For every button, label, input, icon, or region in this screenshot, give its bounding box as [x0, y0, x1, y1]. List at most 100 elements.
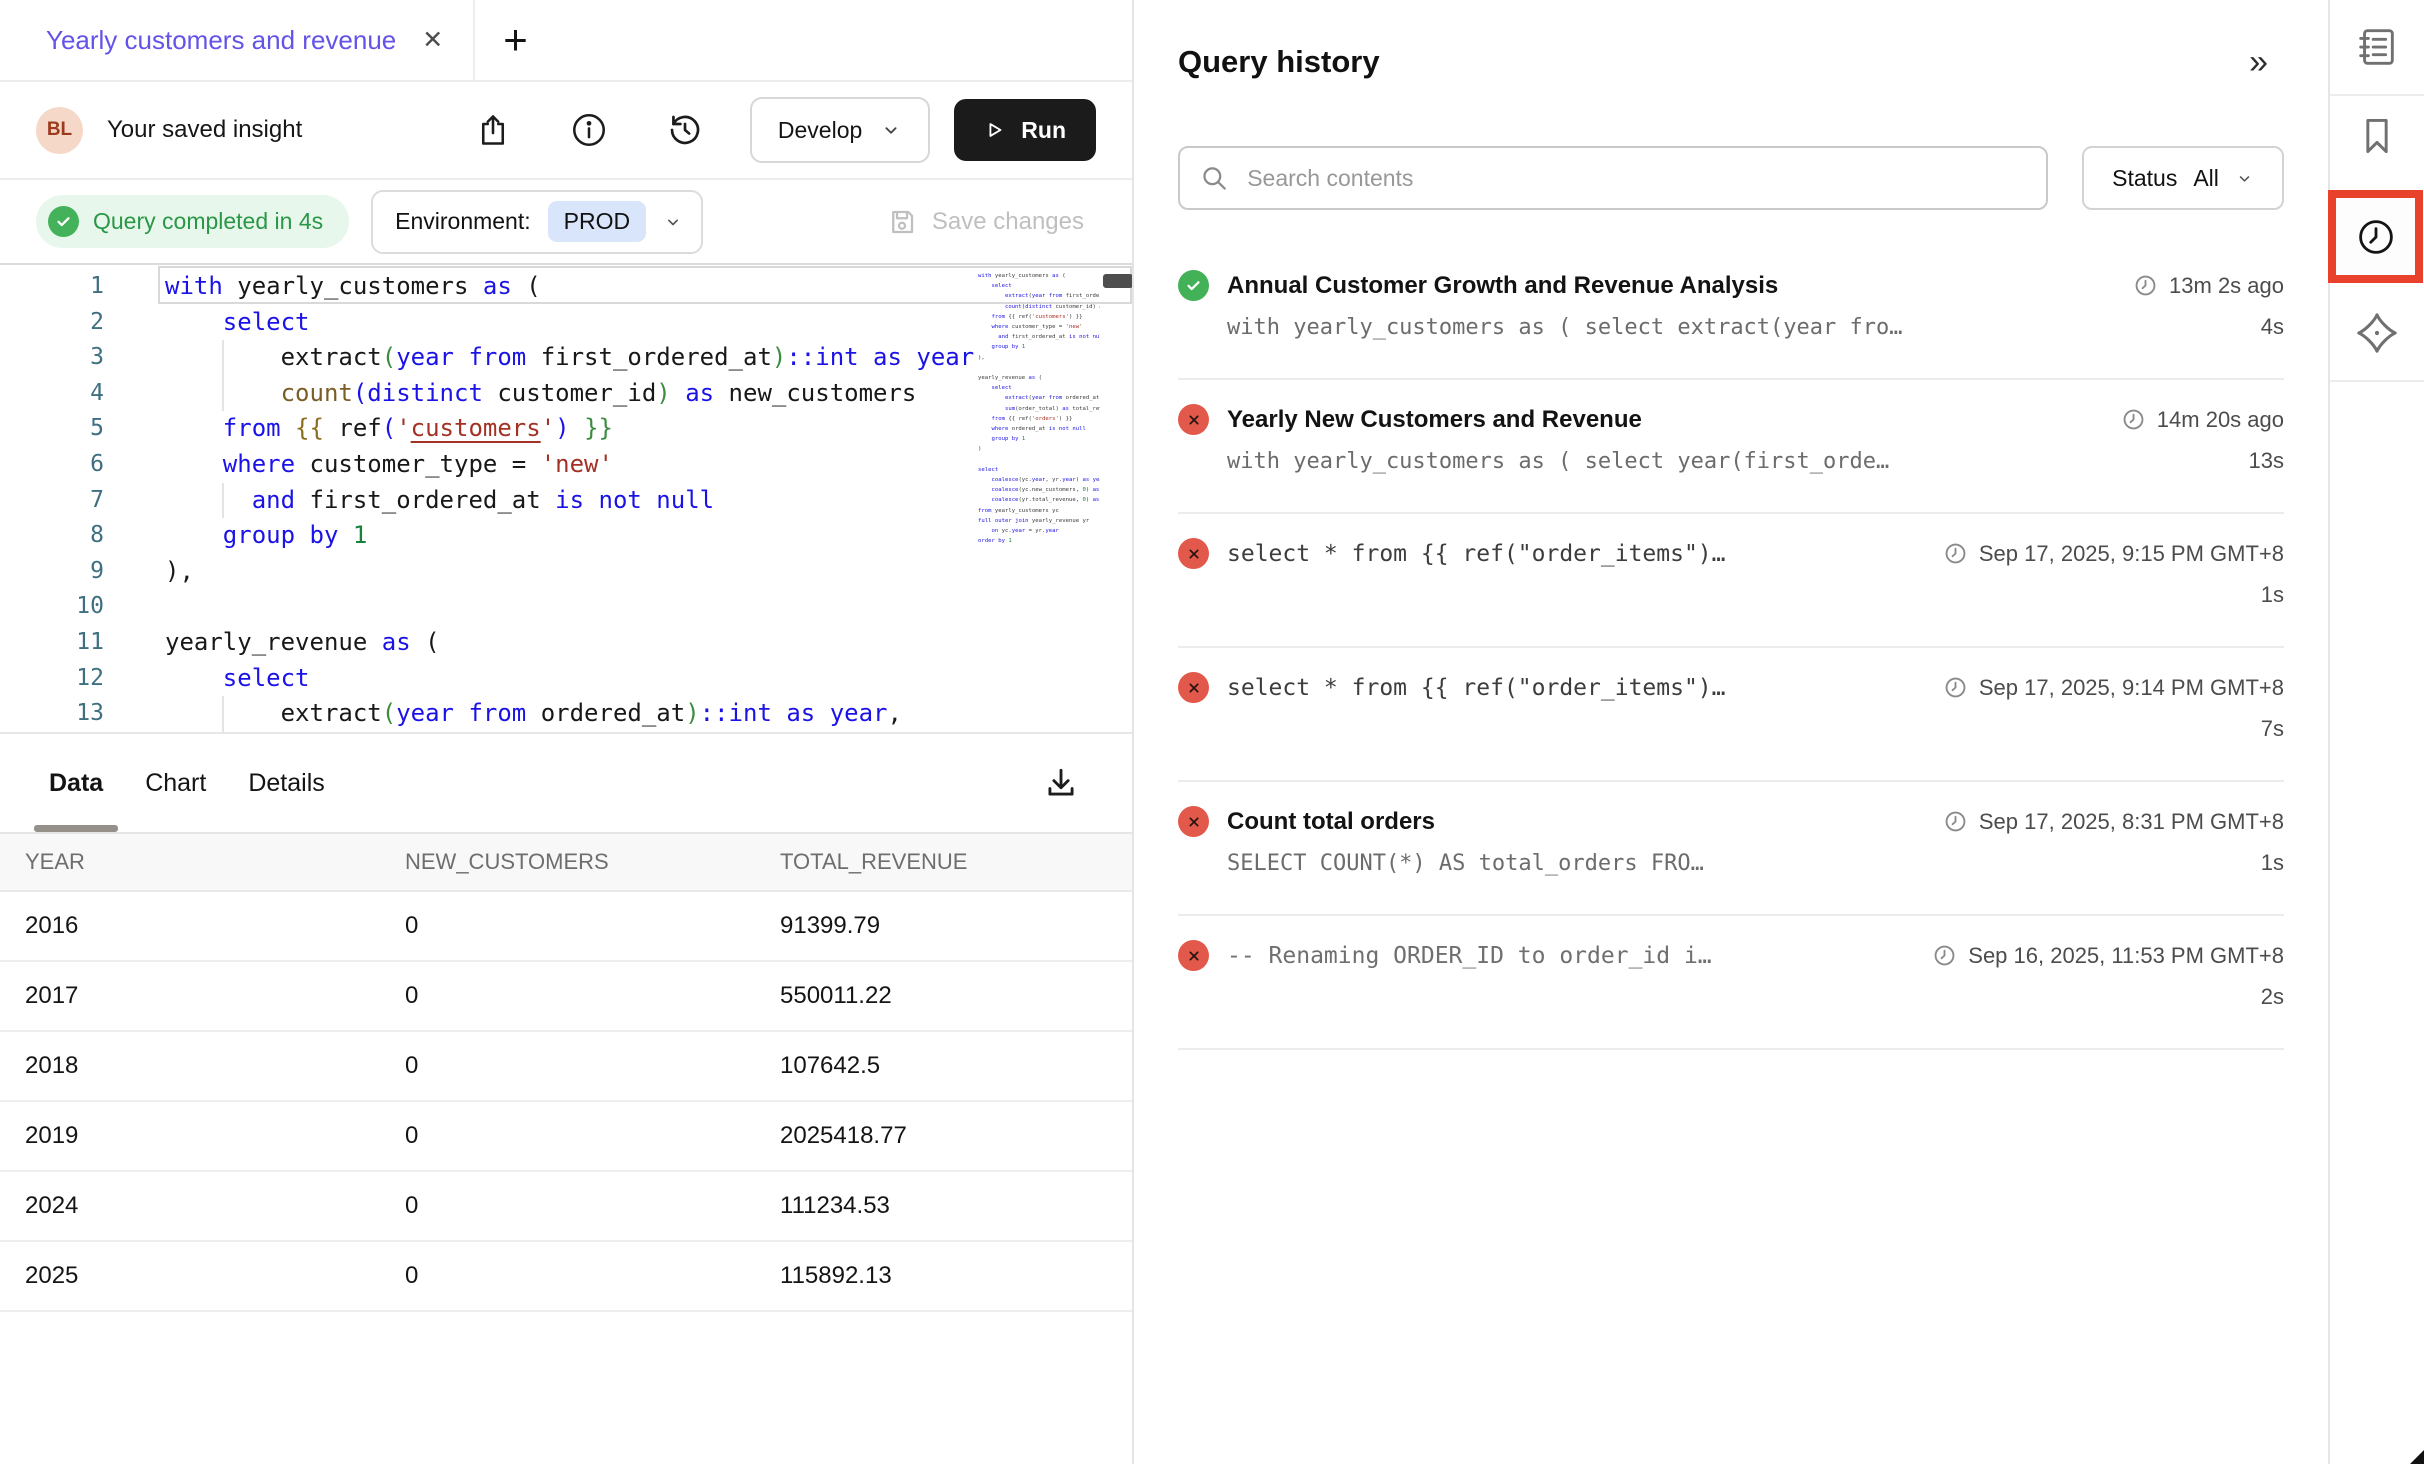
table-cell: 0 [405, 982, 780, 1010]
status-filter-value: All [2193, 165, 2219, 192]
editor-minimap[interactable]: with yearly_customers as ( select extrac… [978, 271, 1100, 571]
code-line: ), [165, 554, 975, 590]
panel-title: Query history [1178, 44, 1380, 80]
query-time: 14m 20s ago [2101, 407, 2284, 433]
line-number: 10 [0, 589, 104, 625]
query-title: select * from {{ ref("order_items")… [1227, 675, 1726, 701]
tab-yearly-customers[interactable]: Yearly customers and revenue ✕ [0, 0, 475, 80]
editor-scrollbar[interactable] [1103, 274, 1132, 288]
table-cell: 115892.13 [780, 1262, 1132, 1290]
query-preview: with yearly_customers as ( select year(f… [1227, 449, 1889, 474]
column-header: NEW_CUSTOMERS [405, 849, 780, 875]
table-cell: 0 [405, 1192, 780, 1220]
table-cell: 2016 [25, 912, 405, 940]
clock-icon [1932, 943, 1957, 968]
insight-title: Your saved insight [107, 116, 302, 144]
query-title: -- Renaming ORDER_ID to order_id i… [1227, 943, 1712, 969]
query-title: Count total orders [1227, 808, 1435, 836]
table-cell: 111234.53 [780, 1192, 1132, 1220]
line-number: 4 [0, 376, 104, 412]
save-changes-button[interactable]: Save changes [887, 207, 1084, 237]
query-duration: 4s [2241, 314, 2284, 340]
chevron-down-icon [663, 212, 683, 232]
version-history-icon[interactable] [664, 109, 706, 151]
query-history-item[interactable]: Annual Customer Growth and Revenue Analy… [1178, 246, 2284, 380]
table-cell: 0 [405, 1262, 780, 1290]
tab-title: Yearly customers and revenue [46, 25, 396, 56]
code-line: count(distinct customer_id) as new_custo… [165, 376, 975, 412]
table-row: 20250115892.13 [0, 1242, 1132, 1312]
avatar: BL [36, 107, 83, 154]
sql-editor[interactable]: 12345678910111213 with yearly_customers … [0, 265, 1132, 734]
history-clock-icon [2355, 216, 2397, 258]
code-line: extract(year from ordered_at)::int as ye… [165, 696, 975, 732]
line-number: 12 [0, 661, 104, 697]
notebook-icon[interactable] [2330, 24, 2424, 70]
query-history-item[interactable]: select * from {{ ref("order_items")…Sep … [1178, 648, 2284, 782]
query-history-item[interactable]: Yearly New Customers and Revenue14m 20s … [1178, 380, 2284, 514]
query-status-text: Query completed in 4s [93, 208, 323, 235]
save-icon [887, 207, 917, 237]
app-window: Yearly customers and revenue ✕ + BL Your… [0, 0, 2424, 1464]
table-cell: 0 [405, 1122, 780, 1150]
info-icon[interactable] [568, 109, 610, 151]
run-button[interactable]: Run [954, 99, 1096, 161]
status-filter-label: Status [2112, 165, 2177, 192]
search-input[interactable] [1245, 164, 2026, 193]
query-title: Annual Customer Growth and Revenue Analy… [1227, 272, 1778, 300]
environment-label: Environment: [395, 208, 531, 235]
success-status-icon [1178, 270, 1209, 301]
clock-icon [1943, 541, 1968, 566]
table-cell: 2018 [25, 1052, 405, 1080]
insight-header: BL Your saved insight Develop Run [0, 82, 1132, 180]
line-number: 5 [0, 411, 104, 447]
dbt-icon[interactable] [2330, 310, 2424, 356]
bookmark-icon[interactable] [2330, 114, 2424, 158]
right-icon-rail [2330, 0, 2424, 1464]
line-numbers: 12345678910111213 [0, 269, 104, 732]
table-cell: 2025 [25, 1262, 405, 1290]
code-lines: with yearly_customers as ( select extrac… [165, 269, 975, 732]
tab-data[interactable]: Data [34, 734, 118, 832]
table-cell: 0 [405, 912, 780, 940]
error-status-icon [1178, 538, 1209, 569]
workspace-pane: Yearly customers and revenue ✕ + BL Your… [0, 0, 1134, 1464]
tab-bar: Yearly customers and revenue ✕ + [0, 0, 1132, 82]
query-time: Sep 16, 2025, 11:53 PM GMT+8 [1912, 943, 2284, 969]
download-icon[interactable] [1042, 764, 1080, 802]
develop-button[interactable]: Develop [750, 97, 930, 163]
table-cell: 107642.5 [780, 1052, 1132, 1080]
close-icon[interactable]: ✕ [422, 25, 443, 55]
results-tab-bar: DataChartDetails [0, 734, 1132, 834]
environment-selector[interactable]: Environment: PROD [371, 190, 703, 254]
query-preview: SELECT COUNT(*) AS total_orders FRO… [1227, 851, 1704, 876]
new-tab-button[interactable]: + [503, 23, 528, 57]
line-number: 13 [0, 696, 104, 732]
line-number: 8 [0, 518, 104, 554]
query-history-item[interactable]: select * from {{ ref("order_items")…Sep … [1178, 514, 2284, 648]
status-filter-dropdown[interactable]: Status All [2082, 146, 2284, 210]
query-history-item[interactable]: Count total orders Sep 17, 2025, 8:31 PM … [1178, 782, 2284, 916]
code-line: group by 1 [165, 518, 975, 554]
code-line: from {{ ref('customers') }} [165, 411, 975, 447]
clock-icon [1943, 675, 1968, 700]
collapse-panel-icon[interactable]: » [2249, 45, 2268, 79]
table-cell: 2024 [25, 1192, 405, 1220]
tab-details[interactable]: Details [233, 734, 339, 832]
chevron-down-icon [2235, 169, 2254, 188]
line-number: 11 [0, 625, 104, 661]
query-history-item[interactable]: -- Renaming ORDER_ID to order_id i… Sep 1… [1178, 916, 2284, 1050]
code-line: where customer_type = 'new' [165, 447, 975, 483]
error-status-icon [1178, 806, 1209, 837]
query-duration: 1s [2241, 850, 2284, 876]
query-preview: with yearly_customers as ( select extrac… [1227, 315, 1903, 340]
code-line: select [165, 661, 975, 697]
error-status-icon [1178, 404, 1209, 435]
line-number: 2 [0, 305, 104, 341]
query-time: Sep 17, 2025, 8:31 PM GMT+8 [1923, 809, 2284, 835]
share-icon[interactable] [472, 109, 514, 151]
tab-chart[interactable]: Chart [130, 734, 221, 832]
search-box [1178, 146, 2048, 210]
status-bar: Query completed in 4s Environment: PROD … [0, 180, 1132, 265]
history-clock-highlight[interactable] [2328, 190, 2423, 283]
